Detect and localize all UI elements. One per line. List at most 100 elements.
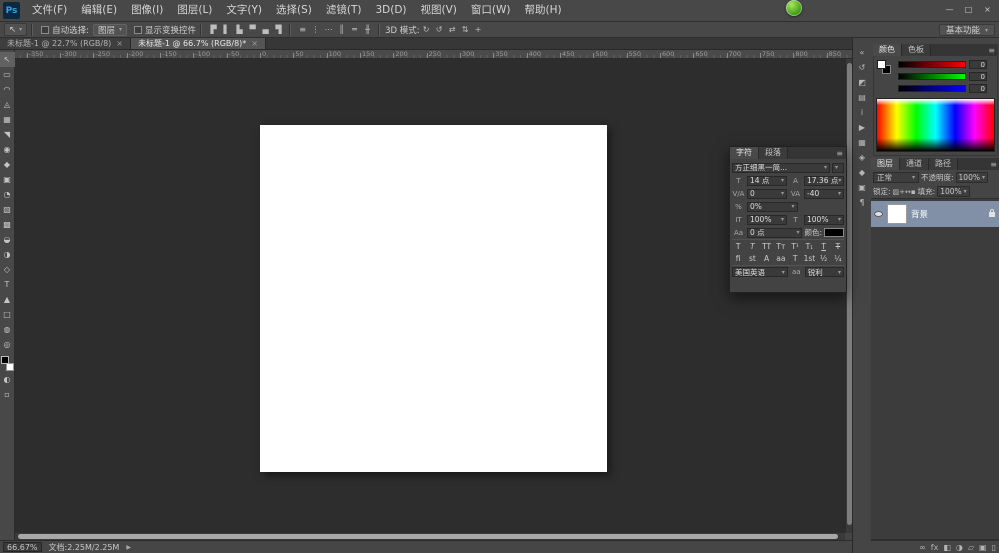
horizontal-ruler[interactable]: -350 -300 -250 -200 -150 -100 -50 0 50 100 150 200 2…	[15, 50, 852, 59]
fill-field[interactable]: 100% ▾	[937, 185, 970, 197]
status-menu-arrow-icon[interactable]: ▶	[126, 544, 131, 551]
panel-menu-icon[interactable]: ≡	[990, 160, 997, 169]
toolbar-color-swatches[interactable]	[0, 356, 14, 371]
opentype-button[interactable]: ¼	[832, 254, 844, 263]
char-value-field[interactable]: 100% ▾	[747, 214, 787, 225]
mode-3d-icon[interactable]: ↻	[420, 25, 433, 34]
char-value-field[interactable]: 0 ▾	[747, 188, 787, 199]
text-style-button[interactable]: Tт	[775, 242, 787, 251]
panel-menu-icon[interactable]: ≡	[988, 46, 995, 55]
red-gradient-bar[interactable]	[898, 61, 966, 68]
horizontal-scroll-thumb[interactable]	[18, 534, 838, 539]
opacity-field[interactable]: 100% ▾	[955, 171, 988, 183]
distribute-icon[interactable]: ⋮	[309, 25, 322, 34]
layer-visibility-eye-icon[interactable]	[874, 211, 883, 217]
clone-source-panel-icon[interactable]: ▣	[855, 181, 870, 194]
quick-selection-tool[interactable]: ◬	[0, 97, 15, 112]
maximize-button[interactable]: □	[959, 2, 978, 17]
green-value-field[interactable]: 0	[969, 72, 987, 81]
pen-tool[interactable]: ◇	[0, 262, 15, 277]
text-style-button[interactable]: T	[746, 242, 758, 251]
red-value-field[interactable]: 0	[969, 60, 987, 69]
new-layer-icon[interactable]: ▣	[979, 543, 987, 552]
character-panel-tab[interactable]: 段落	[759, 147, 788, 159]
document-canvas[interactable]	[260, 125, 607, 472]
history-brush-tool[interactable]: ◔	[0, 187, 15, 202]
screen-mode-icon[interactable]: ▫	[0, 387, 15, 402]
shape-tool[interactable]: □	[0, 307, 15, 322]
eraser-tool[interactable]: ▧	[0, 202, 15, 217]
document-tab[interactable]: 未标题-1 @ 22.7% (RGB/8) ×	[0, 38, 131, 49]
text-style-button[interactable]: T	[818, 242, 830, 251]
healing-brush-tool[interactable]: ◉	[0, 142, 15, 157]
tab-close-icon[interactable]: ×	[116, 39, 123, 48]
color-panel-tab[interactable]: 色板	[902, 44, 931, 56]
layer-mask-icon[interactable]: ◧	[943, 543, 951, 552]
align-icon[interactable]: ▄	[259, 25, 272, 34]
adjustments-panel-icon[interactable]: ◩	[855, 76, 870, 89]
green-gradient-bar[interactable]	[898, 73, 966, 80]
opentype-button[interactable]: st	[746, 254, 758, 263]
paragraph-panel-icon[interactable]: ¶	[855, 196, 870, 209]
menu-item[interactable]: 视图(V)	[414, 0, 464, 21]
lock-icon[interactable]: ▪	[911, 188, 916, 196]
character-panel-tab[interactable]: 字符	[730, 147, 759, 159]
canvas-area[interactable]	[15, 59, 845, 533]
mode-3d-icon[interactable]: ⇄	[446, 25, 459, 34]
color-slider-red[interactable]: 0	[898, 60, 987, 69]
align-icon[interactable]: ▛	[207, 25, 220, 34]
crop-tool[interactable]: ▦	[0, 112, 15, 127]
menu-item[interactable]: 滤镜(T)	[319, 0, 369, 21]
menu-item[interactable]: 图层(L)	[170, 0, 219, 21]
opentype-button[interactable]: fi	[732, 254, 744, 263]
layers-panel-tab[interactable]: 路径	[929, 158, 958, 170]
mode-3d-icon[interactable]: ⇅	[459, 25, 472, 34]
anti-alias-dropdown[interactable]: 锐利 ▾	[804, 267, 844, 277]
mode-3d-icon[interactable]: ↺	[433, 25, 446, 34]
opentype-button[interactable]: A	[761, 254, 773, 263]
blur-tool[interactable]: ◒	[0, 232, 15, 247]
align-icon[interactable]: ▌	[220, 25, 233, 34]
text-style-button[interactable]: T	[732, 242, 744, 251]
styles-panel-icon[interactable]: ▦	[855, 136, 870, 149]
blue-gradient-bar[interactable]	[898, 85, 966, 92]
document-tab[interactable]: 未标题-1 @ 66.7% (RGB/8)* ×	[131, 38, 266, 49]
language-dropdown[interactable]: 美国英语 ▾	[732, 267, 788, 277]
font-family-dropdown[interactable]: 方正细黑一简... ▾	[732, 162, 830, 173]
layer-row[interactable]: 背景	[871, 201, 999, 227]
text-style-button[interactable]: T¹	[789, 242, 801, 251]
vertical-scrollbar[interactable]	[845, 59, 852, 533]
color-slider-blue[interactable]: 0	[898, 84, 987, 93]
distribute-icon[interactable]: ⋯	[322, 25, 335, 34]
type-tool[interactable]: T	[0, 277, 15, 292]
actions-panel-icon[interactable]: ▶	[855, 121, 870, 134]
brush-panel-icon[interactable]: ◆	[855, 166, 870, 179]
foreground-color-swatch[interactable]	[877, 60, 886, 69]
horizontal-scrollbar[interactable]	[15, 533, 845, 540]
layers-panel-tab[interactable]: 图层	[871, 158, 900, 170]
close-button[interactable]: ×	[978, 2, 997, 17]
zoom-level-field[interactable]: 66.67%	[3, 542, 42, 552]
delete-layer-icon[interactable]: ▯	[992, 543, 996, 552]
blend-mode-dropdown[interactable]: 正常 ▾	[873, 171, 919, 183]
dodge-tool[interactable]: ◑	[0, 247, 15, 262]
minimize-button[interactable]: —	[940, 2, 959, 17]
color-swatch-pair[interactable]	[877, 60, 893, 76]
distribute-icon[interactable]: ║	[335, 25, 348, 34]
quick-mask-icon[interactable]: ◐	[0, 372, 15, 387]
opentype-button[interactable]: T	[789, 254, 801, 263]
move-tool[interactable]: ↖	[0, 52, 15, 67]
navigator-panel-icon[interactable]: ◈	[855, 151, 870, 164]
layers-panel-tab[interactable]: 通道	[900, 158, 929, 170]
history-panel-icon[interactable]: ↺	[855, 61, 870, 74]
menu-item[interactable]: 编辑(E)	[74, 0, 124, 21]
menu-item[interactable]: 帮助(H)	[518, 0, 569, 21]
menu-item[interactable]: 文件(F)	[25, 0, 74, 21]
baseline-shift-field[interactable]: 0 点 ▾	[747, 227, 803, 238]
workspace-switcher[interactable]: 基本功能 ▾	[938, 24, 995, 36]
align-icon[interactable]: ▀	[246, 25, 259, 34]
info-panel-icon[interactable]: i	[855, 106, 870, 119]
auto-select-checkbox[interactable]	[41, 25, 50, 34]
collapse-panels-icon[interactable]: «	[855, 46, 870, 59]
text-style-button[interactable]: TT	[761, 242, 773, 251]
